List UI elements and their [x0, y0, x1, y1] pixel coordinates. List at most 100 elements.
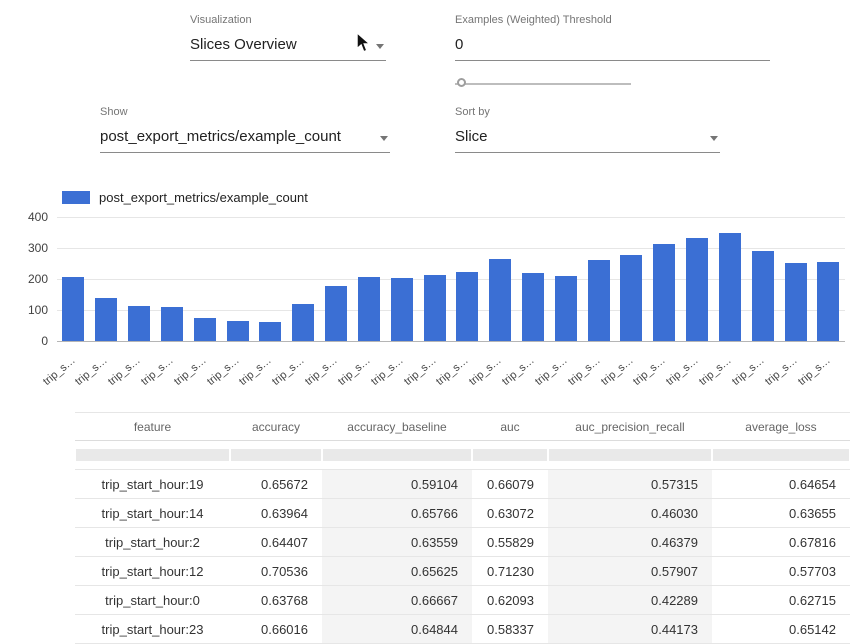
column-filter-input[interactable]: [549, 449, 711, 461]
bar[interactable]: [161, 307, 183, 341]
bar-chart: 0100200300400 trip_s…trip_s…trip_s…trip_…: [0, 217, 863, 402]
bar[interactable]: [391, 278, 413, 341]
threshold-label: Examples (Weighted) Threshold: [455, 14, 770, 26]
bar[interactable]: [620, 255, 642, 341]
bar[interactable]: [456, 272, 478, 341]
bar[interactable]: [555, 276, 577, 341]
bar[interactable]: [686, 238, 708, 341]
table-row[interactable]: trip_start_hour:120.705360.656250.712300…: [75, 557, 850, 586]
metric-cell: 0.64844: [322, 615, 472, 644]
show-dropdown[interactable]: post_export_metrics/example_count: [100, 125, 390, 153]
bar-slot: [451, 272, 484, 341]
show-field: Show post_export_metrics/example_count: [100, 106, 390, 153]
chevron-down-icon: [710, 136, 718, 141]
bar-slot: [418, 275, 451, 341]
bar-slot: [221, 321, 254, 341]
sort-by-label: Sort by: [455, 106, 720, 118]
bar-slot: [123, 306, 156, 341]
bar[interactable]: [522, 273, 544, 341]
bar[interactable]: [588, 260, 610, 341]
bar-slot: [648, 244, 681, 341]
table-row[interactable]: trip_start_hour:20.644070.635590.558290.…: [75, 528, 850, 557]
column-header[interactable]: auc_precision_recall: [548, 413, 712, 441]
bar[interactable]: [292, 304, 314, 341]
legend-swatch: [62, 191, 90, 204]
bar-slot: [681, 238, 714, 341]
metric-cell: 0.42289: [548, 586, 712, 615]
chevron-down-icon: [380, 136, 388, 141]
bar[interactable]: [194, 318, 216, 341]
metric-cell: 0.65142: [712, 615, 850, 644]
x-axis-labels: trip_s…trip_s…trip_s…trip_s…trip_s…trip_…: [57, 345, 845, 400]
sort-by-dropdown[interactable]: Slice: [455, 125, 720, 153]
filter-cell: [230, 441, 322, 470]
bar-slot: [90, 298, 123, 341]
bar[interactable]: [259, 322, 281, 341]
metric-cell: 0.66079: [472, 470, 548, 499]
bar-slot: [385, 278, 418, 341]
bar[interactable]: [719, 233, 741, 342]
bar[interactable]: [62, 277, 84, 341]
column-filter-input[interactable]: [473, 449, 547, 461]
metric-cell: 0.63964: [230, 499, 322, 528]
column-header[interactable]: auc: [472, 413, 548, 441]
column-filter-input[interactable]: [231, 449, 321, 461]
bar[interactable]: [785, 263, 807, 341]
filter-cell: [712, 441, 850, 470]
bar-slot: [746, 251, 779, 341]
bar-slot: [714, 233, 747, 342]
threshold-input[interactable]: 0: [455, 33, 770, 61]
visualization-value: Slices Overview: [190, 36, 297, 53]
bar[interactable]: [489, 259, 511, 341]
metric-cell: 0.63072: [472, 499, 548, 528]
slider-thumb[interactable]: [457, 78, 466, 87]
table-row[interactable]: trip_start_hour:140.639640.657660.630720…: [75, 499, 850, 528]
bar-slot: [582, 260, 615, 341]
table-row[interactable]: trip_start_hour:230.660160.648440.583370…: [75, 615, 850, 644]
bar[interactable]: [817, 262, 839, 341]
column-header[interactable]: average_loss: [712, 413, 850, 441]
bar[interactable]: [325, 286, 347, 341]
gridline: [57, 341, 845, 342]
column-header[interactable]: feature: [75, 413, 230, 441]
bar-slot: [812, 262, 845, 341]
bar-slot: [615, 255, 648, 341]
metric-cell: 0.63655: [712, 499, 850, 528]
bar[interactable]: [95, 298, 117, 341]
feature-cell: trip_start_hour:19: [75, 470, 230, 499]
y-axis-labels: 0100200300400: [0, 217, 48, 341]
bar[interactable]: [227, 321, 249, 341]
bar[interactable]: [424, 275, 446, 341]
visualization-dropdown[interactable]: Slices Overview: [190, 33, 386, 61]
column-filter-input[interactable]: [76, 449, 229, 461]
filter-cell: [75, 441, 230, 470]
metric-cell: 0.71230: [472, 557, 548, 586]
column-filter-input[interactable]: [323, 449, 471, 461]
bar-slot: [155, 307, 188, 341]
column-header[interactable]: accuracy: [230, 413, 322, 441]
metric-cell: 0.65625: [322, 557, 472, 586]
column-header[interactable]: accuracy_baseline: [322, 413, 472, 441]
threshold-field: Examples (Weighted) Threshold 0: [455, 14, 770, 91]
table-row[interactable]: trip_start_hour:190.656720.591040.660790…: [75, 470, 850, 499]
bar-slot: [352, 277, 385, 341]
metric-cell: 0.66016: [230, 615, 322, 644]
filter-cell: [548, 441, 712, 470]
bar[interactable]: [752, 251, 774, 341]
column-filter-input[interactable]: [713, 449, 849, 461]
table-row[interactable]: trip_start_hour:00.637680.666670.620930.…: [75, 586, 850, 615]
slider-track[interactable]: [455, 83, 631, 85]
bar[interactable]: [128, 306, 150, 341]
metric-cell: 0.57907: [548, 557, 712, 586]
bar[interactable]: [653, 244, 675, 341]
bar-plot: [57, 217, 845, 341]
metric-cell: 0.46030: [548, 499, 712, 528]
y-tick-label: 0: [41, 334, 48, 348]
bar[interactable]: [358, 277, 380, 341]
threshold-slider[interactable]: [455, 77, 631, 91]
metric-cell: 0.67816: [712, 528, 850, 557]
x-tick: trip_s…: [812, 345, 845, 400]
filter-cell: [472, 441, 548, 470]
feature-cell: trip_start_hour:23: [75, 615, 230, 644]
visualization-field: Visualization Slices Overview: [190, 14, 386, 61]
